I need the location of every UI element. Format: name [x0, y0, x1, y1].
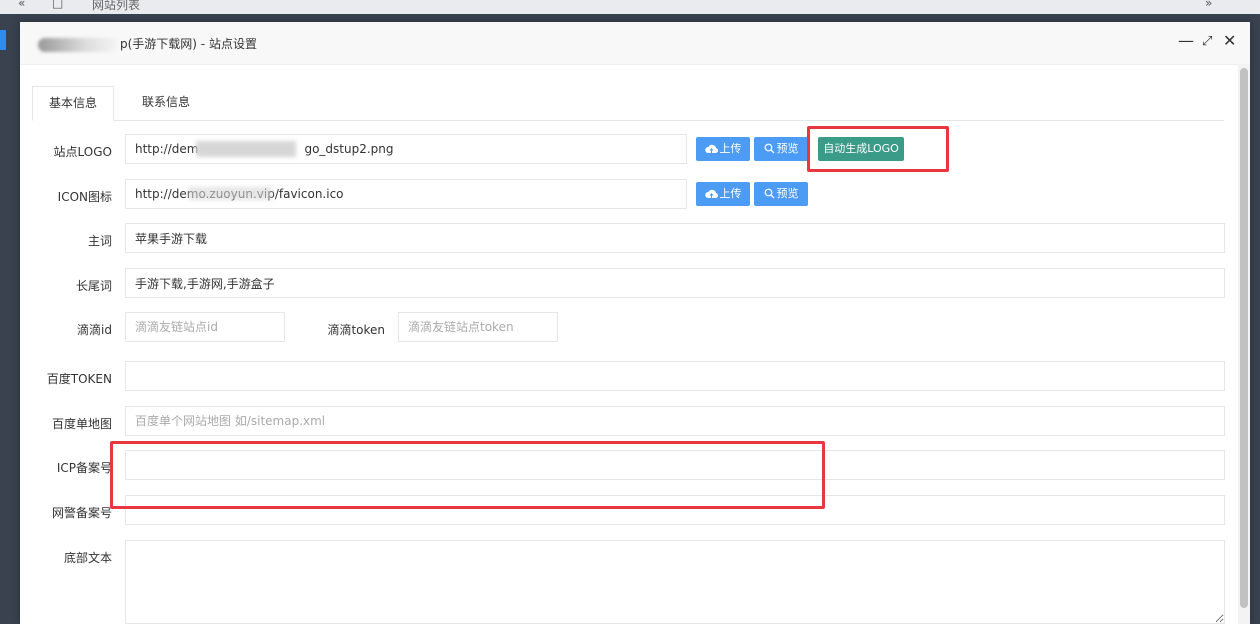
next-tab-icon[interactable]: » — [1205, 0, 1212, 10]
background-tab[interactable]: 网站列表 — [80, 0, 152, 13]
footer-text-label: 底部文本 — [63, 551, 112, 565]
auto-generate-logo-button[interactable]: 自动生成LOGO — [818, 137, 904, 161]
home-tab-icon[interactable]: □ — [52, 0, 63, 10]
dialog-header: p(手游下载网) - 站点设置 — ⤢ ✕ — [20, 22, 1250, 65]
background-menu-accent — [0, 30, 6, 50]
police-record-input[interactable] — [125, 495, 1225, 525]
keyword-label: 主词 — [87, 234, 112, 248]
close-icon[interactable]: ✕ — [1223, 31, 1236, 50]
site-settings-dialog: p(手游下载网) - 站点设置 — ⤢ ✕ 基本信息 联系信息 站点LOGO h… — [20, 22, 1250, 624]
logo-label: 站点LOGO — [53, 145, 112, 159]
logo-preview-button[interactable]: 预览 — [754, 137, 808, 161]
logo-upload-button[interactable]: 上传 — [696, 137, 750, 161]
icp-label: ICP备案号 — [56, 461, 112, 475]
keyword-input[interactable] — [125, 223, 1225, 253]
icon-preview-button[interactable]: 预览 — [754, 182, 808, 206]
icon-label: ICON图标 — [57, 190, 112, 204]
maximize-icon[interactable]: ⤢ — [1202, 34, 1212, 49]
didi-id-label: 滴滴id — [77, 323, 112, 337]
longtail-label: 长尾词 — [75, 279, 112, 293]
cloud-upload-icon — [704, 189, 718, 199]
redacted-icon-url — [188, 187, 272, 200]
scrollbar-thumb[interactable] — [1240, 68, 1248, 608]
police-record-label: 网警备案号 — [51, 506, 112, 520]
baidu-token-input[interactable] — [125, 361, 1225, 391]
icon-upload-button[interactable]: 上传 — [696, 182, 750, 206]
redacted-site-name — [38, 37, 118, 52]
didi-token-label: 滴滴token — [327, 323, 385, 337]
longtail-input[interactable] — [125, 268, 1225, 298]
baidu-sitemap-input[interactable] — [125, 406, 1225, 436]
redacted-logo-url — [196, 141, 296, 157]
didi-token-input[interactable] — [398, 312, 558, 342]
baidu-sitemap-label: 百度单地图 — [51, 417, 112, 431]
tab-contact-info[interactable]: 联系信息 — [126, 86, 206, 119]
icp-input[interactable] — [125, 450, 1225, 480]
background-tab-strip: « □ 网站列表 » — [0, 0, 1260, 14]
prev-tab-icon[interactable]: « — [18, 0, 25, 10]
dialog-title: p(手游下载网) - 站点设置 — [38, 35, 257, 52]
footer-text-textarea[interactable] — [125, 540, 1225, 624]
magnifier-icon — [764, 188, 774, 199]
settings-tabs: 基本信息 联系信息 — [32, 86, 1224, 121]
tab-basic-info[interactable]: 基本信息 — [32, 86, 115, 121]
didi-id-input[interactable] — [125, 312, 285, 342]
cloud-upload-icon — [704, 144, 718, 154]
minimize-icon[interactable]: — — [1178, 31, 1194, 50]
baidu-token-label: 百度TOKEN — [46, 372, 112, 386]
magnifier-icon — [764, 143, 774, 154]
